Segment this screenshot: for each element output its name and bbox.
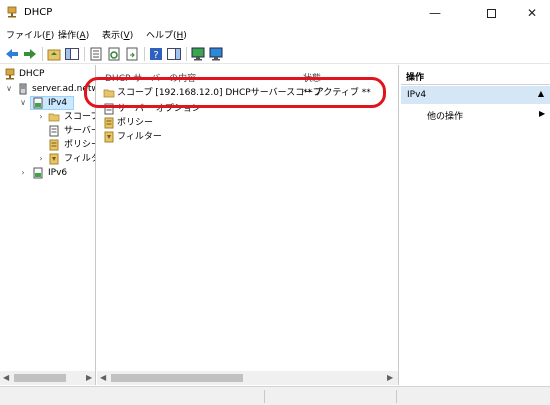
list-item-filter[interactable]: フィルター [103,130,393,144]
tree-item-dhcp[interactable]: DHCP [0,67,95,81]
help-icon[interactable]: ? [148,46,164,62]
policy-icon [104,117,114,129]
show-tree-icon[interactable] [64,46,80,62]
forward-arrow-icon[interactable] [22,46,38,62]
window-title: DHCP [24,7,53,18]
minimize-button[interactable]: — [412,0,458,26]
show-hide-action-pane-icon[interactable] [166,46,182,62]
svg-text:?: ? [153,50,158,61]
tree-item-filter[interactable]: › フィルター [0,152,95,166]
server-icon [19,83,27,95]
status-divider [396,390,397,403]
chevron-right-icon[interactable]: › [18,166,28,180]
ipv6-icon [33,167,43,179]
close-button[interactable]: ✕ [514,0,550,26]
authorize-server-icon[interactable] [208,46,224,62]
dhcp-icon [5,68,15,80]
menu-action[interactable]: 操作(A) [58,28,89,41]
filter-icon [104,131,114,143]
status-divider [264,390,265,403]
tree-label: DHCP [19,69,45,79]
scroll-left-icon[interactable]: ◀ [100,373,106,382]
menu-file[interactable]: ファイル(F) [6,28,54,41]
results-horizontal-scrollbar[interactable]: ◀ ▶ [97,371,398,385]
tree-item-ipv6[interactable]: › IPv6 [0,166,95,180]
tree-item-policy[interactable]: ポリシー [0,138,95,152]
tree-item-ipv4[interactable]: ∨ IPv4 [0,96,95,110]
toolbar-separator [42,47,43,61]
tree-label: サーバー [64,126,95,136]
list-item-name: ポリシー [117,118,154,128]
tree-item-server[interactable]: ∨ server.ad.netw [0,82,95,96]
close-icon: ✕ [526,6,538,20]
scroll-right-icon[interactable]: ▶ [86,373,92,382]
tree-item-scope[interactable]: › スコープ [0,110,96,124]
refresh-icon[interactable] [106,46,122,62]
toolbar-separator [186,47,187,61]
toolbar: ? [0,44,550,64]
menu-bar: ファイル(F) 操作(A) 表示(V) ヘルプ(H) [0,26,550,44]
scrollbar-thumb[interactable] [111,374,243,382]
tree-label: IPv4 [48,98,68,108]
tree-label: スコープ [64,112,96,122]
folder-icon [48,113,60,122]
scroll-right-icon[interactable]: ▶ [387,373,393,382]
title-bar: DHCP — ✕ [0,0,550,26]
menu-help[interactable]: ヘルプ(H) [146,28,187,41]
collapse-up-icon[interactable]: ▲ [538,89,544,98]
tree-item-server-options[interactable]: サーバー [0,124,95,138]
tree-label: ポリシー [64,140,95,150]
tree-horizontal-scrollbar[interactable]: ◀ ▶ [0,371,95,385]
dhcp-app-icon [7,6,17,18]
minimize-icon: — [429,6,441,20]
actions-pane: 操作 IPv4 ▲ 他の操作 ▶ [401,65,550,385]
toolbar-separator [84,47,85,61]
chevron-right-icon[interactable]: › [36,110,46,124]
properties-icon[interactable] [88,46,104,62]
server-monitor-icon[interactable] [190,46,206,62]
maximize-icon [486,9,496,18]
server-options-icon [49,125,59,137]
tree-label: IPv6 [48,168,68,178]
actions-header: 操作 [401,65,550,85]
actions-section-ipv4[interactable]: IPv4 ▲ [401,86,550,104]
policy-icon [49,139,59,151]
toolbar-separator [144,47,145,61]
menu-view[interactable]: 表示(V) [102,28,133,41]
up-folder-icon[interactable] [46,46,62,62]
status-bar [0,386,550,405]
submenu-arrow-icon[interactable]: ▶ [539,109,545,118]
actions-section-label: IPv4 [407,90,427,100]
scrollbar-thumb[interactable] [14,374,66,382]
maximize-button[interactable] [468,0,514,26]
chevron-right-icon[interactable]: › [36,152,46,166]
highlight-annotation [84,77,386,108]
tree-label: フィルター [64,154,95,164]
results-pane: DHCP サーバーの内容 状態 スコープ [192.168.12.0] DHCP… [97,65,399,385]
chevron-down-icon[interactable]: ∨ [4,82,14,96]
more-actions-item[interactable]: 他の操作 [427,109,463,122]
filter-icon [49,153,59,165]
ipv4-icon [33,97,43,109]
console-tree: DHCP ∨ server.ad.netw ∨ IPv4 › スコープ サーバー… [0,65,96,385]
list-item-policy[interactable]: ポリシー [103,116,393,130]
scroll-left-icon[interactable]: ◀ [3,373,9,382]
chevron-down-icon[interactable]: ∨ [18,96,28,110]
back-arrow-icon[interactable] [4,46,20,62]
export-list-icon[interactable] [124,46,140,62]
list-item-name: フィルター [117,132,162,142]
